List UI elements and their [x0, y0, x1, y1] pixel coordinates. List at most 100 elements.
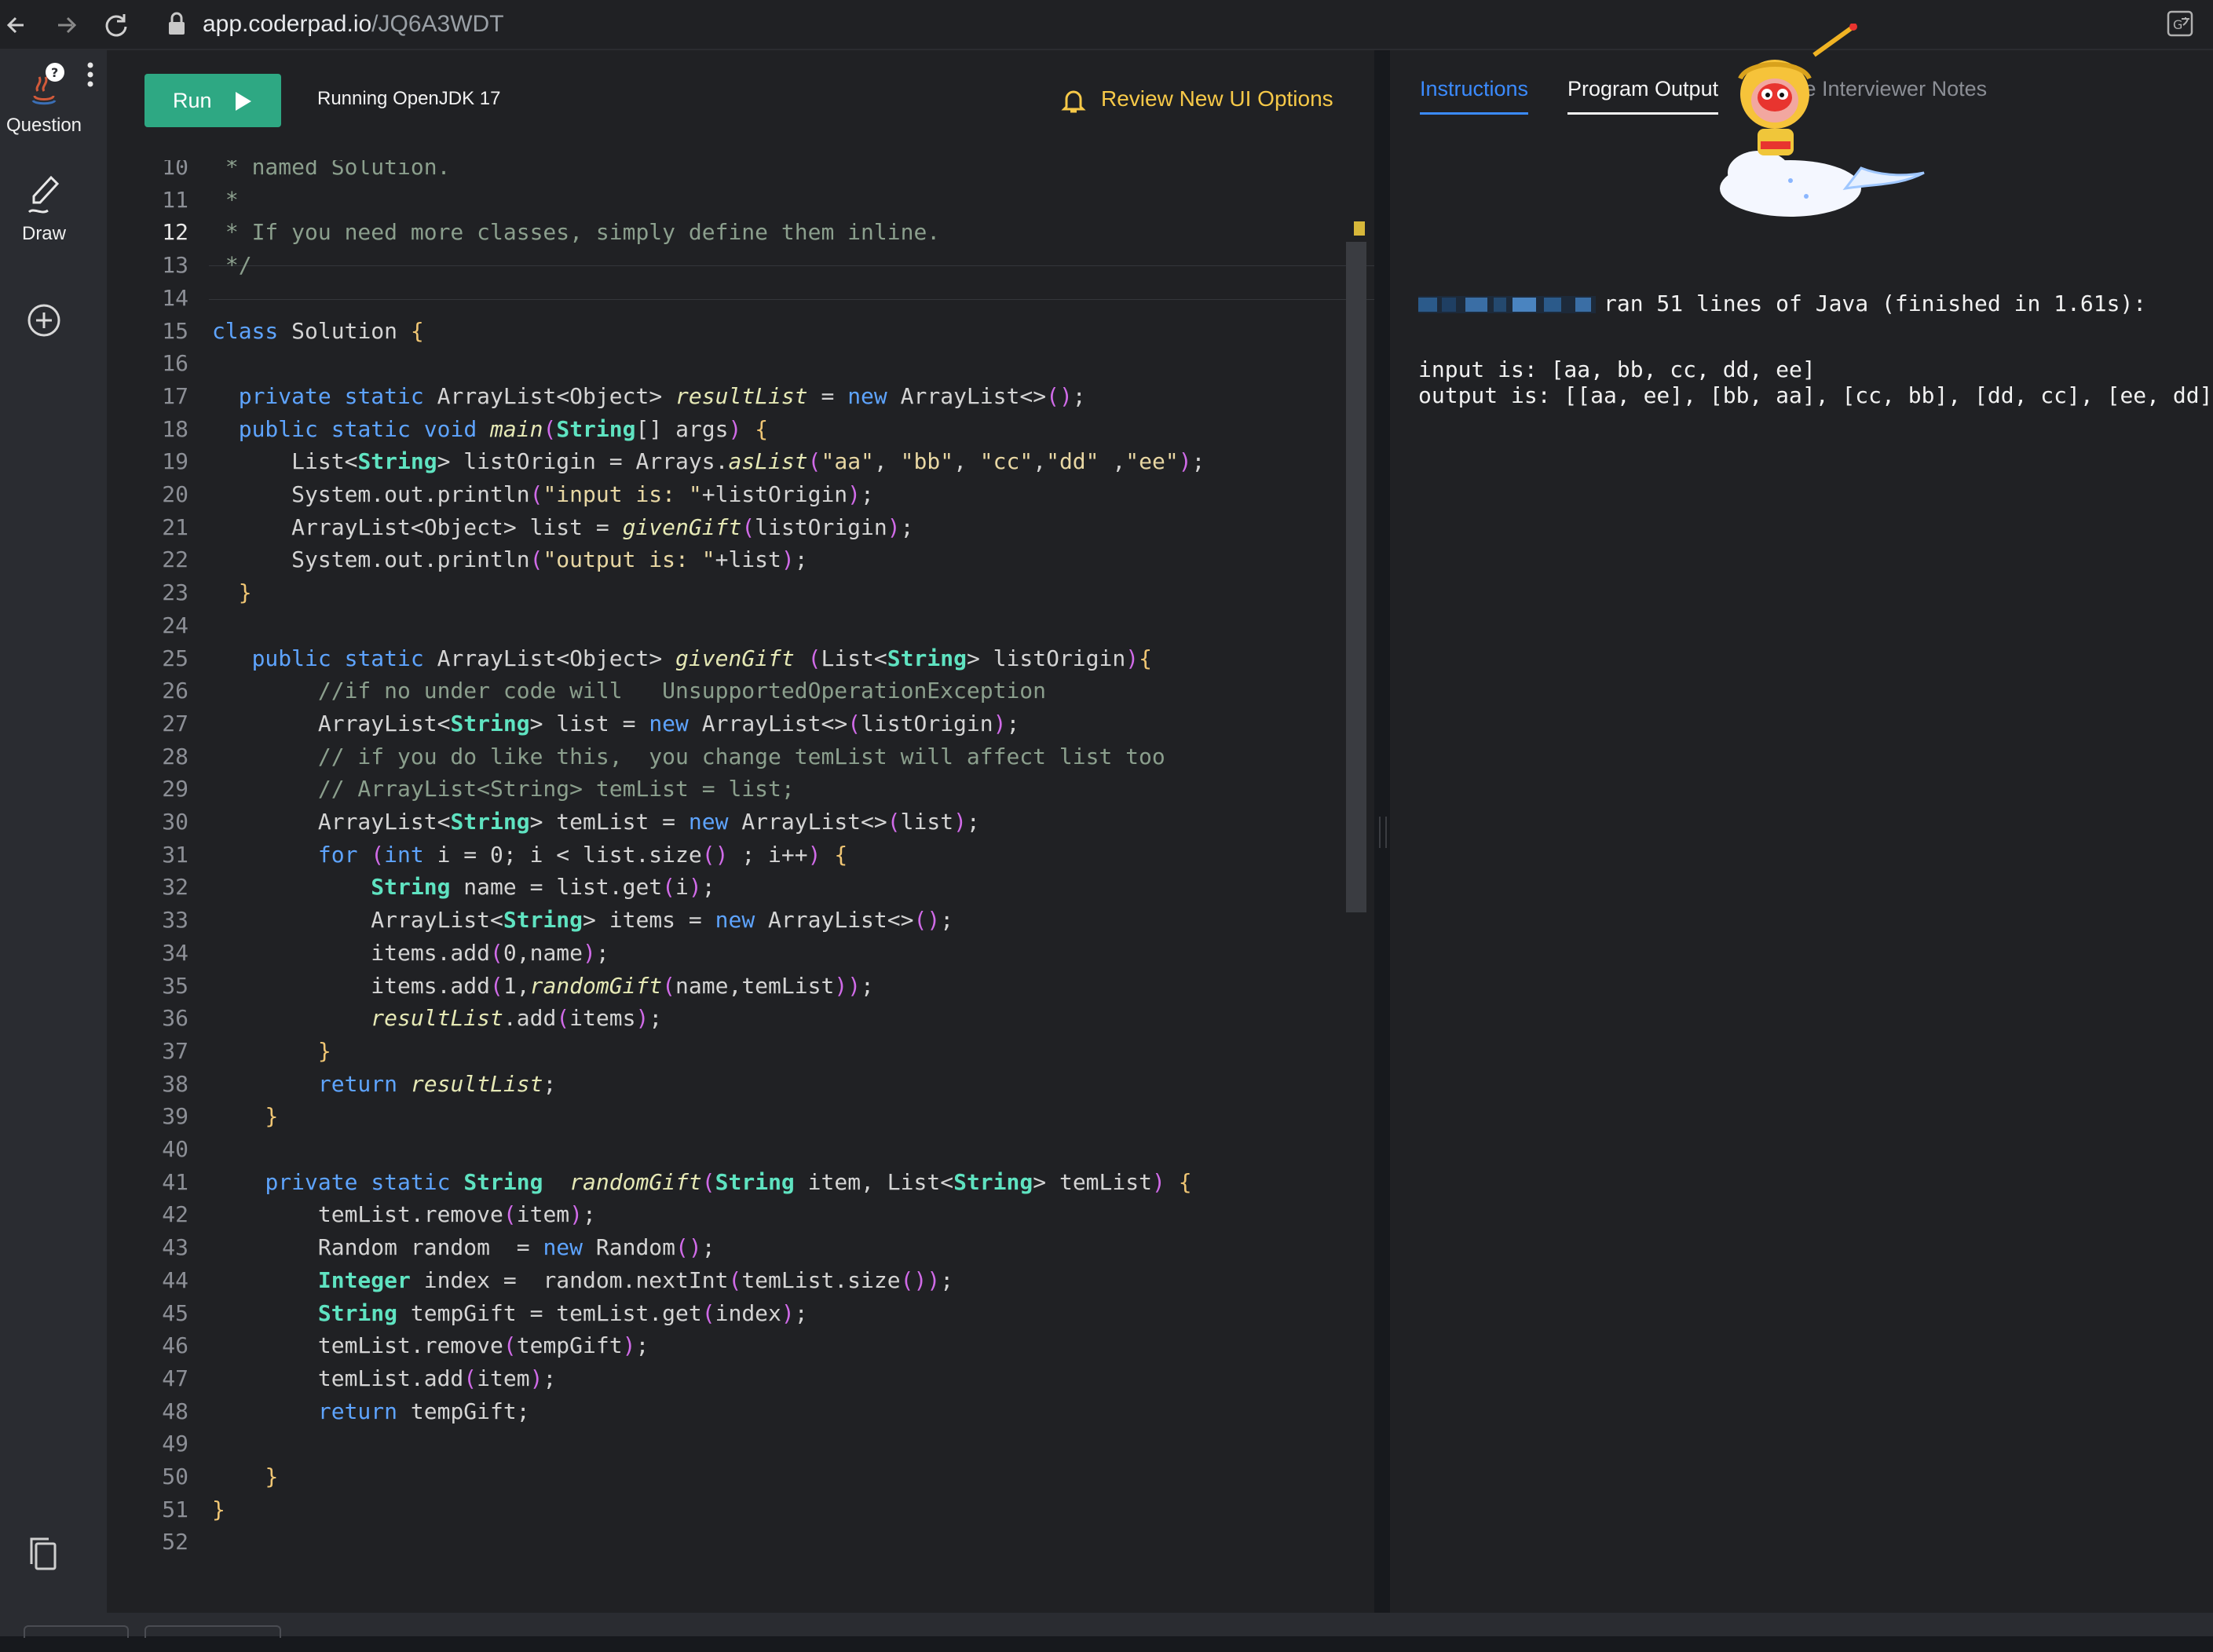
program-output: ran 51 lines of Java (finished in 1.61s)…	[1418, 291, 2213, 408]
code-line[interactable]: //if no under code will UnsupportedOpera…	[212, 678, 1046, 704]
code-line[interactable]: }	[212, 1497, 225, 1522]
line-number: 37	[162, 1037, 188, 1064]
line-number: 36	[162, 1005, 188, 1032]
line-number: 33	[162, 907, 188, 934]
active-line-highlight	[209, 265, 1374, 300]
code-line[interactable]: temList.remove(tempGift);	[212, 1332, 649, 1358]
code-line[interactable]: Random random = new Random();	[212, 1234, 715, 1260]
code-line[interactable]: System.out.println("output is: "+list);	[212, 546, 807, 572]
code-line[interactable]: List<String> listOrigin = Arrays.asList(…	[212, 448, 1205, 474]
code-line[interactable]: String name = list.get(i);	[212, 874, 715, 900]
plus-circle-icon	[27, 304, 60, 337]
address-bar[interactable]: app.coderpad.io/JQ6A3WDT	[203, 9, 504, 39]
svg-text:?: ?	[51, 65, 58, 80]
code-line[interactable]: }	[212, 579, 252, 605]
line-number: 15	[162, 317, 188, 344]
line-number: 44	[162, 1266, 188, 1293]
editor-scrollbar[interactable]	[1346, 242, 1366, 912]
code-line[interactable]: // ArrayList<String> temList = list;	[212, 776, 795, 802]
line-number: 49	[162, 1431, 188, 1457]
play-icon	[236, 92, 251, 111]
line-number: 40	[162, 1136, 188, 1162]
code-line[interactable]: }	[212, 1103, 278, 1129]
code-line[interactable]: String tempGift = temList.get(index);	[212, 1300, 808, 1326]
code-line[interactable]: ArrayList<String> list = new ArrayList<>…	[212, 711, 1019, 736]
add-pad-button[interactable]	[0, 302, 88, 356]
code-area[interactable]: 10 * named Solution. 11 * 12 * If you need…	[107, 160, 1374, 1652]
code-line[interactable]: *	[212, 187, 239, 213]
code-line[interactable]: temList.remove(item);	[212, 1201, 596, 1227]
output-header-line: ran 51 lines of Java (finished in 1.61s)…	[1418, 291, 2204, 316]
line-number: 17	[162, 382, 188, 409]
code-line[interactable]: private static ArrayList<Object> resultL…	[212, 383, 1086, 409]
code-line[interactable]: ArrayList<Object> list = givenGift(listO…	[212, 514, 913, 540]
line-number: 41	[162, 1168, 188, 1195]
line-number: 43	[162, 1234, 188, 1261]
question-label: Question	[5, 115, 82, 136]
lock-icon[interactable]	[165, 11, 188, 38]
code-line[interactable]: items.add(0,name);	[212, 940, 609, 966]
code-line[interactable]: class Solution {	[212, 318, 424, 344]
line-number: 32	[162, 874, 188, 901]
tab-instructions[interactable]: Instructions	[1420, 77, 1529, 115]
code-line[interactable]: for (int i = 0; i < list.size() ; i++) {	[212, 842, 847, 868]
code-line[interactable]: // if you do like this, you change temLi…	[212, 744, 1165, 769]
question-nav[interactable]: ? Question	[0, 60, 88, 154]
code-line[interactable]: }	[212, 1038, 331, 1064]
code-line[interactable]: return resultList;	[212, 1071, 556, 1097]
code-line[interactable]: Integer index = random.nextInt(temList.s…	[212, 1267, 953, 1293]
code-line[interactable]: * If you need more classes, simply defin…	[212, 219, 940, 245]
splitter-handle[interactable]	[1379, 817, 1387, 848]
code-line[interactable]: public static void main(String[] args) {	[212, 416, 768, 442]
forward-arrow-icon[interactable]	[49, 8, 83, 42]
left-rail: ? Question Draw	[0, 50, 107, 1613]
url-host: app.coderpad.io	[203, 11, 372, 37]
line-number: 14	[162, 284, 188, 311]
line-number: 12	[162, 219, 188, 246]
line-number: 25	[162, 645, 188, 671]
scroll-marker	[1354, 221, 1365, 236]
draw-nav[interactable]: Draw	[0, 173, 88, 267]
code-line[interactable]: }	[212, 1464, 278, 1489]
output-result-line: output is: [[aa, ee], [bb, aa], [cc, bb]…	[1418, 382, 2213, 408]
code-line[interactable]: public static ArrayList<Object> givenGif…	[212, 645, 1152, 671]
line-number: 46	[162, 1332, 188, 1359]
line-number: 18	[162, 415, 188, 442]
code-editor-pane: Run Running OpenJDK 17 Review New UI Opt…	[107, 50, 1374, 1613]
line-number: 48	[162, 1398, 188, 1424]
run-button[interactable]: Run	[144, 74, 281, 127]
pencil-icon	[27, 175, 60, 214]
line-number: 45	[162, 1299, 188, 1326]
monkey-king-mascot-icon	[1720, 24, 1925, 217]
line-number: 20	[162, 481, 188, 507]
code-line[interactable]: private static String randomGift(String …	[212, 1169, 1191, 1195]
more-vertical-icon[interactable]	[83, 60, 97, 91]
code-line[interactable]: ArrayList<String> items = new ArrayList<…	[212, 907, 953, 933]
svg-text:G: G	[2173, 17, 2182, 32]
line-number: 11	[162, 186, 188, 213]
output-input-line: input is: [aa, bb, cc, dd, ee]	[1418, 356, 1816, 382]
code-line[interactable]: System.out.println("input is: "+listOrig…	[212, 481, 874, 507]
copy-button[interactable]	[0, 1534, 88, 1589]
line-number: 34	[162, 939, 188, 966]
line-number: 27	[162, 710, 188, 736]
line-number: 23	[162, 579, 188, 606]
code-line[interactable]: ArrayList<String> temList = new ArrayLis…	[212, 809, 980, 835]
bell-icon	[1061, 90, 1086, 113]
copy-icon	[30, 1537, 57, 1570]
line-number: 13	[162, 252, 188, 279]
code-line[interactable]: resultList.add(items);	[212, 1005, 662, 1031]
url-path: /JQ6A3WDT	[371, 11, 504, 37]
code-line[interactable]: return tempGift;	[212, 1398, 530, 1424]
line-number: 24	[162, 612, 188, 638]
bottom-bar	[0, 1613, 2213, 1638]
back-arrow-icon[interactable]	[0, 8, 35, 42]
translate-icon[interactable]: G	[2166, 9, 2194, 38]
line-number: 29	[162, 776, 188, 802]
code-line[interactable]: */	[212, 252, 252, 278]
code-line[interactable]: temList.add(item);	[212, 1365, 556, 1391]
code-line[interactable]: items.add(1,randomGift(name,temList));	[212, 973, 874, 999]
java-question-icon: ?	[31, 63, 64, 105]
code-line[interactable]: * named Solution.	[212, 160, 451, 180]
reload-icon[interactable]	[99, 8, 134, 42]
